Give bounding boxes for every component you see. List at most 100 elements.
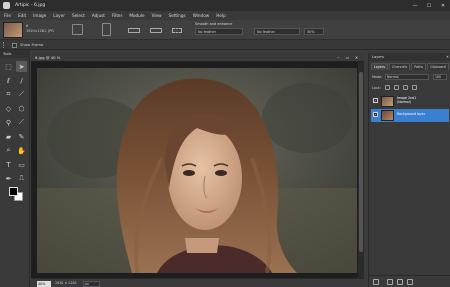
brush-icon[interactable]: ∕ [16,75,27,86]
tool-options-bar: 6 1920×1281, JPG Smooth and enhance No f… [0,20,450,40]
stamp-icon[interactable]: ⬡ [16,103,27,114]
doc-maximize-button[interactable]: ▫ [344,54,351,61]
window-controls: — ☐ ✕ [408,0,450,11]
layers-panel-tabs: Layers Channels Paths Clipboard [371,63,450,70]
document-info: 6 1920×1281, JPG [26,24,54,34]
gradient-icon[interactable]: ▰ [3,131,14,142]
menu-select[interactable]: Select [72,13,85,18]
lock-all-icon[interactable] [412,85,417,90]
new-selection-icon[interactable] [72,24,83,35]
menu-edit[interactable]: Edit [18,13,26,18]
lock-label: Lock: [372,86,381,90]
doc-minimize-button[interactable]: – [335,54,342,61]
layer-visibility-checkbox[interactable]: ✓ [373,98,378,103]
feather-select-1[interactable]: No feather [195,28,243,35]
marquee-icon[interactable]: ⬚ [3,61,14,72]
layer-row-selected[interactable]: ✓ Background layer [371,109,449,122]
eraser-icon[interactable]: ◇ [3,103,14,114]
move-icon[interactable]: ➤ [16,61,27,72]
layer-properties-icon[interactable] [397,279,403,285]
lock-pixels-icon[interactable] [394,85,399,90]
menu-adjust[interactable]: Adjust [92,13,105,18]
rounded-shape-icon[interactable] [150,28,162,33]
canvas-area[interactable] [31,62,364,278]
canvas-image[interactable] [37,68,357,273]
rectangle-shape-icon[interactable] [102,23,111,36]
toolbox-panel: Tools ⬚ ➤ ℓ ∕ ⌗ ⟋ ◇ ⬡ ⚲ ⟋ ▰ ✎ ⌕ ✋ T ▭ ✒ … [0,50,30,287]
measure-icon[interactable]: ⎍ [16,173,27,184]
layers-panel-title: Layers [372,55,384,59]
layer-row[interactable]: ✓ Image 2nd1 (Normal) [371,95,449,108]
tab-layers[interactable]: Layers [371,63,388,70]
eyedropper-icon[interactable]: ⟋ [16,89,27,100]
menu-view[interactable]: View [152,13,162,18]
menu-help[interactable]: Help [216,13,226,18]
secondary-toolbar: Show Frame [0,40,450,50]
menu-filter[interactable]: Filter [112,13,122,18]
blend-mode-select[interactable]: Normal [385,74,429,80]
portrait-photo [37,68,357,273]
layers-panel: Layers ✕ Layers Channels Paths Clipboard… [368,53,450,287]
lock-position-icon[interactable] [403,85,408,90]
window-title: Artipic - 6.jpg [15,3,46,8]
document-dimensions: 1920×1281, JPG [26,29,54,33]
delete-layer-icon[interactable] [407,279,413,285]
options-label: Smooth and enhance [195,22,233,26]
toolbar-grip-icon[interactable] [3,42,8,48]
layers-panel-header: Layers ✕ [369,53,450,61]
shape-icon[interactable]: ▭ [16,159,27,170]
lock-transparency-icon[interactable] [385,85,390,90]
tab-clipboard[interactable]: Clipboard [427,63,449,70]
layer-name: Image 2nd1 (Normal) [397,96,416,105]
image-dimensions: 1920 × 1281 [55,281,77,285]
tab-paths[interactable]: Paths [411,63,427,70]
duplicate-layer-icon[interactable] [387,279,393,285]
toolbox-header: Tools [0,50,30,58]
heal-icon[interactable]: ⚲ [3,117,14,128]
close-button[interactable]: ✕ [436,0,450,11]
layer-thumbnail [381,96,394,107]
layer-name: Background layer [397,112,426,116]
layer-mode-text: (Normal) [397,99,412,104]
close-icon[interactable]: ✕ [446,53,449,61]
tab-channels[interactable]: Channels [388,63,411,70]
percent-select[interactable]: 30% [304,28,324,35]
dodge-icon[interactable]: ✎ [16,131,27,142]
new-layer-icon[interactable] [373,279,379,285]
menu-layer[interactable]: Layer [53,13,65,18]
menu-settings[interactable]: Settings [169,13,186,18]
layers-panel-footer [369,275,450,287]
document-status-bar: 40% 1920 × 1281 px [31,278,364,287]
menu-module[interactable]: Module [129,13,144,18]
document-thumbnail [3,22,23,38]
unit-select[interactable]: px [83,280,100,287]
vertical-scrollbar[interactable] [358,62,364,278]
document-tab-title: 6.jpg @ 40 % [35,55,61,60]
foreground-color-swatch[interactable] [9,187,18,196]
pen-icon[interactable]: ✒ [3,173,14,184]
minimize-button[interactable]: — [408,0,422,11]
text-icon[interactable]: T [3,159,14,170]
feather-select-2[interactable]: No feather [254,28,300,35]
document-window: 6.jpg @ 40 % – ▫ ✕ 40% 1920 × 1281 px [31,53,364,287]
bucket-icon[interactable]: ⟋ [16,117,27,128]
opacity-field[interactable]: 100 [433,74,447,80]
app-logo-icon [3,2,10,9]
lasso-shape-icon[interactable] [172,28,182,33]
layer-visibility-checkbox[interactable]: ✓ [373,112,378,117]
mode-label: Mode: [372,75,383,79]
show-frame-checkbox[interactable] [12,42,17,48]
zoom-icon[interactable]: ⌕ [3,145,14,156]
document-tab: 6.jpg @ 40 % – ▫ ✕ [31,53,364,62]
menu-window[interactable]: Window [193,13,210,18]
menu-file[interactable]: File [4,13,11,18]
crop-icon[interactable]: ⌗ [3,89,14,100]
menu-image[interactable]: Image [33,13,46,18]
zoom-field[interactable]: 40% [37,280,51,287]
lasso-icon[interactable]: ℓ [3,75,14,86]
maximize-button[interactable]: ☐ [422,0,436,11]
hand-icon[interactable]: ✋ [16,145,27,156]
vertical-scroll-thumb[interactable] [359,72,363,252]
ellipse-shape-icon[interactable] [128,28,140,33]
doc-close-button[interactable]: ✕ [353,54,360,61]
